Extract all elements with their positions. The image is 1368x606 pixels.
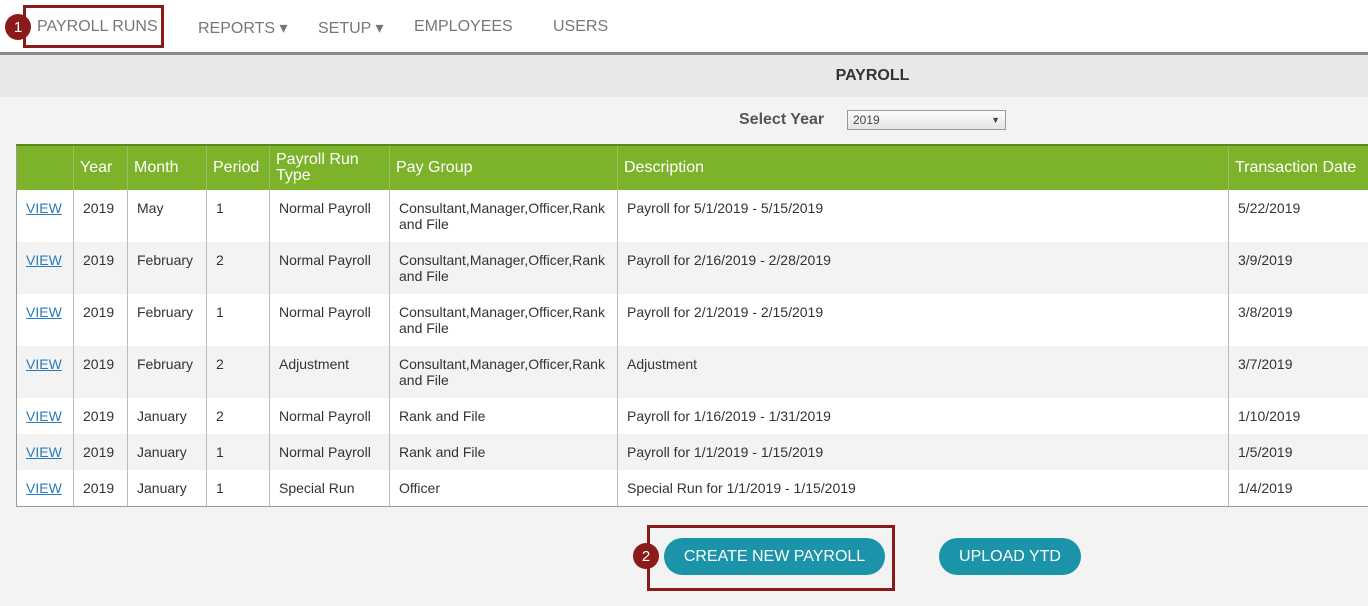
cell-run-type: Normal Payroll — [269, 242, 390, 294]
step-callout-2: 2 — [633, 543, 659, 569]
cell-month: February — [127, 294, 207, 346]
cell-year: 2019 — [73, 294, 128, 346]
cell-date: 1/5/2019 — [1228, 434, 1368, 470]
view-link[interactable]: VIEW — [26, 304, 62, 320]
cell-year: 2019 — [73, 346, 128, 398]
table-header-row: Year Month Period Payroll Run Type Pay G… — [16, 144, 1368, 190]
table-row: VIEW 2019 February 1 Normal Payroll Cons… — [16, 294, 1368, 346]
top-nav: PAYROLL RUNS REPORTS ▾ SETUP ▾ EMPLOYEES… — [0, 0, 1368, 55]
cell-pay-group: Rank and File — [389, 434, 618, 470]
cell-pay-group: Rank and File — [389, 398, 618, 434]
view-link[interactable]: VIEW — [26, 356, 62, 372]
select-year-label: Select Year — [739, 111, 825, 128]
cell-year: 2019 — [73, 190, 128, 242]
nav-users[interactable]: USERS — [553, 18, 608, 36]
table-row: VIEW 2019 January 1 Normal Payroll Rank … — [16, 434, 1368, 470]
year-select-value: 2019 — [853, 113, 880, 127]
nav-reports[interactable]: REPORTS ▾ — [198, 18, 288, 38]
cell-run-type: Normal Payroll — [269, 434, 390, 470]
cell-description: Special Run for 1/1/2019 - 1/15/2019 — [617, 470, 1229, 507]
view-link[interactable]: VIEW — [26, 408, 62, 424]
cell-date: 3/9/2019 — [1228, 242, 1368, 294]
nav-employees[interactable]: EMPLOYEES — [414, 18, 513, 36]
cell-year: 2019 — [73, 434, 128, 470]
cell-date: 5/22/2019 — [1228, 190, 1368, 242]
cell-run-type: Normal Payroll — [269, 190, 390, 242]
header-transaction-date[interactable]: Transaction Date — [1228, 144, 1368, 190]
header-view — [16, 144, 74, 190]
cell-period: 1 — [206, 190, 270, 242]
page-title: PAYROLL — [835, 67, 910, 84]
header-pay-group[interactable]: Pay Group — [389, 144, 618, 190]
view-link[interactable]: VIEW — [26, 480, 62, 496]
header-run-type[interactable]: Payroll Run Type — [269, 144, 390, 190]
cell-description: Payroll for 1/16/2019 - 1/31/2019 — [617, 398, 1229, 434]
cell-description: Payroll for 2/16/2019 - 2/28/2019 — [617, 242, 1229, 294]
cell-month: February — [127, 242, 207, 294]
cell-period: 2 — [206, 398, 270, 434]
cell-period: 1 — [206, 470, 270, 507]
nav-setup[interactable]: SETUP ▾ — [318, 18, 384, 38]
cell-date: 1/4/2019 — [1228, 470, 1368, 507]
create-new-payroll-button[interactable]: CREATE NEW PAYROLL — [664, 538, 885, 575]
cell-description: Payroll for 5/1/2019 - 5/15/2019 — [617, 190, 1229, 242]
header-period[interactable]: Period — [206, 144, 270, 190]
cell-year: 2019 — [73, 242, 128, 294]
header-description[interactable]: Description — [617, 144, 1229, 190]
cell-period: 1 — [206, 434, 270, 470]
payroll-table: Year Month Period Payroll Run Type Pay G… — [16, 144, 1368, 507]
table-row: VIEW 2019 January 2 Normal Payroll Rank … — [16, 398, 1368, 434]
cell-month: February — [127, 346, 207, 398]
cell-month: January — [127, 398, 207, 434]
cell-run-type: Normal Payroll — [269, 294, 390, 346]
cell-period: 2 — [206, 242, 270, 294]
chevron-down-icon: ▼ — [991, 115, 1000, 125]
cell-year: 2019 — [73, 470, 128, 507]
header-month[interactable]: Month — [127, 144, 207, 190]
cell-month: January — [127, 434, 207, 470]
cell-month: May — [127, 190, 207, 242]
cell-run-type: Normal Payroll — [269, 398, 390, 434]
cell-description: Adjustment — [617, 346, 1229, 398]
cell-date: 1/10/2019 — [1228, 398, 1368, 434]
table-row: VIEW 2019 February 2 Adjustment Consulta… — [16, 346, 1368, 398]
cell-description: Payroll for 2/1/2019 - 2/15/2019 — [617, 294, 1229, 346]
upload-ytd-button[interactable]: UPLOAD YTD — [939, 538, 1081, 575]
step-callout-1: 1 — [5, 14, 31, 40]
cell-pay-group: Officer — [389, 470, 618, 507]
cell-month: January — [127, 470, 207, 507]
cell-pay-group: Consultant,Manager,Officer,Rank and File — [389, 346, 618, 398]
cell-year: 2019 — [73, 398, 128, 434]
year-select[interactable]: 2019 ▼ — [847, 110, 1006, 130]
cell-pay-group: Consultant,Manager,Officer,Rank and File — [389, 190, 618, 242]
table-row: VIEW 2019 February 2 Normal Payroll Cons… — [16, 242, 1368, 294]
cell-period: 2 — [206, 346, 270, 398]
cell-pay-group: Consultant,Manager,Officer,Rank and File — [389, 294, 618, 346]
nav-payroll-runs[interactable]: PAYROLL RUNS — [37, 18, 158, 36]
cell-description: Payroll for 1/1/2019 - 1/15/2019 — [617, 434, 1229, 470]
view-link[interactable]: VIEW — [26, 444, 62, 460]
cell-date: 3/8/2019 — [1228, 294, 1368, 346]
cell-run-type: Special Run — [269, 470, 390, 507]
table-row: VIEW 2019 January 1 Special Run Officer … — [16, 470, 1368, 507]
view-link[interactable]: VIEW — [26, 200, 62, 216]
view-link[interactable]: VIEW — [26, 252, 62, 268]
cell-pay-group: Consultant,Manager,Officer,Rank and File — [389, 242, 618, 294]
table-row: VIEW 2019 May 1 Normal Payroll Consultan… — [16, 190, 1368, 242]
cell-period: 1 — [206, 294, 270, 346]
header-year[interactable]: Year — [73, 144, 128, 190]
cell-run-type: Adjustment — [269, 346, 390, 398]
cell-date: 3/7/2019 — [1228, 346, 1368, 398]
